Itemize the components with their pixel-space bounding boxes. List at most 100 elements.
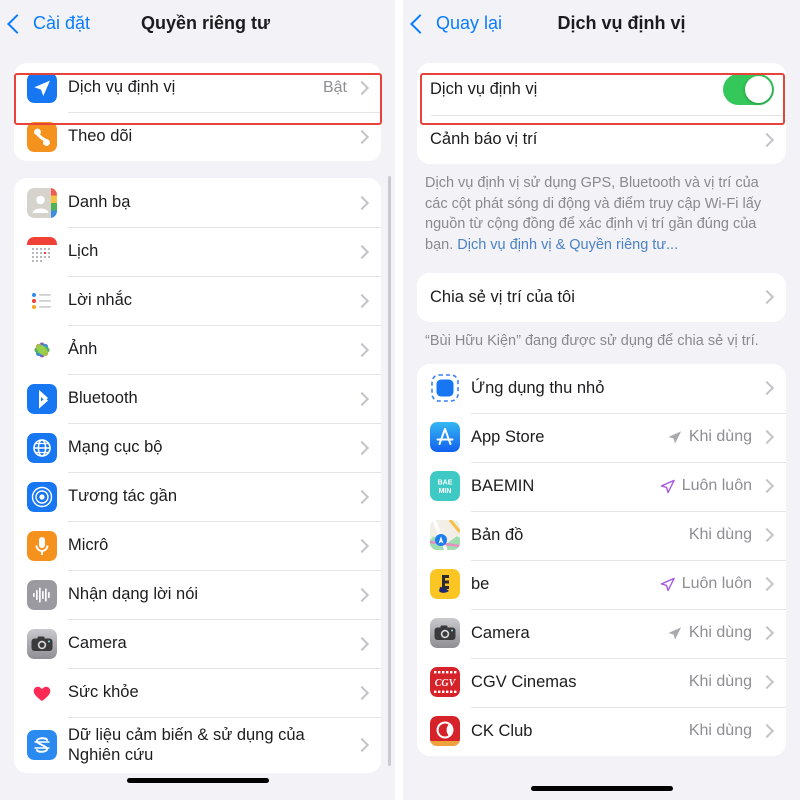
left-scroll-area[interactable]: Dịch vụ định vị Bật Theo dõi — [0, 46, 395, 800]
row-label: Lịch — [68, 241, 355, 262]
spacer — [403, 352, 800, 364]
chevron-left-icon — [7, 14, 27, 34]
back-button-label: Quay lại — [436, 13, 502, 34]
row-value: Khi dùng — [689, 673, 752, 691]
row-speech-recognition[interactable]: Nhận dạng lời nói — [14, 570, 381, 619]
row-label: Dữ liệu cảm biến & sử dụng của Nghiên cứ… — [68, 725, 355, 765]
privacy-apps-group: Danh bạ — [14, 178, 381, 773]
chevron-right-icon — [760, 528, 774, 542]
row-camera-app[interactable]: Camera Khi dùng — [417, 609, 786, 658]
chevron-right-icon — [760, 430, 774, 444]
row-bluetooth[interactable]: Bluetooth — [14, 374, 381, 423]
row-app-clips[interactable]: Ứng dụng thu nhỏ — [417, 364, 786, 413]
contacts-icon — [27, 188, 57, 218]
chevron-right-icon — [760, 626, 774, 640]
maps-icon — [430, 520, 460, 550]
chevron-right-icon — [355, 293, 369, 307]
row-cgv-cinemas[interactable]: CGV CGV Cinemas Khi dùng — [417, 658, 786, 707]
ck-club-icon — [430, 716, 460, 746]
nearby-interactions-icon — [27, 482, 57, 512]
row-label: Micrô — [68, 535, 355, 556]
health-icon — [27, 678, 57, 708]
location-arrow-purple-icon — [660, 479, 675, 494]
row-local-network[interactable]: Mạng cục bộ — [14, 423, 381, 472]
spacer — [0, 161, 395, 178]
chevron-right-icon — [355, 342, 369, 356]
row-contacts[interactable]: Danh bạ — [14, 178, 381, 227]
row-value: Khi dùng — [689, 526, 752, 544]
right-scroll-area[interactable]: Dịch vụ định vị Cảnh báo vị trí Dịch vụ … — [403, 46, 800, 800]
photos-icon — [27, 335, 57, 365]
spacer — [403, 256, 800, 273]
row-microphone[interactable]: Micrô — [14, 521, 381, 570]
chevron-right-icon — [760, 724, 774, 738]
row-label: Nhận dạng lời nói — [68, 584, 355, 605]
apps-location-permissions-group: Ứng dụng thu nhỏ App Sto — [417, 364, 786, 756]
row-location-services-toggle[interactable]: Dịch vụ định vị — [417, 63, 786, 115]
row-maps[interactable]: Bản đồ Khi dùng — [417, 511, 786, 560]
chevron-right-icon — [355, 129, 369, 143]
speech-recognition-icon — [27, 580, 57, 610]
row-value: Khi dùng — [689, 722, 752, 740]
row-label: Theo dõi — [68, 126, 347, 147]
right-navigation-bar: Quay lại Dịch vụ định vị — [403, 0, 800, 46]
location-services-toggle[interactable] — [723, 74, 774, 105]
row-label: Ứng dụng thu nhỏ — [471, 378, 752, 399]
privacy-policy-link[interactable]: Dịch vụ định vị & Quyền riêng tư... — [457, 237, 678, 253]
row-label: Dịch vụ định vị — [68, 77, 323, 98]
chevron-left-icon — [410, 14, 430, 34]
row-label: Mạng cục bộ — [68, 437, 355, 458]
chevron-right-icon — [760, 290, 774, 304]
svg-text:CGV: CGV — [435, 678, 457, 689]
row-research-sensor-usage[interactable]: Dữ liệu cảm biến & sử dụng của Nghiên cứ… — [14, 717, 381, 773]
location-arrow-gray-icon — [667, 626, 682, 641]
row-reminders[interactable]: Lời nhắc — [14, 276, 381, 325]
home-indicator — [531, 786, 673, 791]
chevron-right-icon — [355, 80, 369, 94]
row-be[interactable]: be Luôn luôn — [417, 560, 786, 609]
row-label: Sức khỏe — [68, 682, 355, 703]
camera-icon — [430, 618, 460, 648]
row-label: Bản đồ — [471, 525, 689, 546]
row-ck-club[interactable]: CK Club Khi dùng — [417, 707, 786, 756]
chevron-right-icon — [355, 685, 369, 699]
row-tracking[interactable]: Theo dõi — [14, 112, 381, 161]
row-camera[interactable]: Camera — [14, 619, 381, 668]
svg-text:BAE: BAE — [438, 480, 453, 487]
row-health[interactable]: Sức khỏe — [14, 668, 381, 717]
baemin-icon: BAE MIN — [430, 471, 460, 501]
calendar-icon — [27, 237, 57, 267]
spacer — [0, 46, 395, 63]
chevron-right-icon — [355, 738, 369, 752]
location-services-description: Dịch vụ định vị sử dụng GPS, Bluetooth v… — [425, 173, 778, 256]
spacer — [403, 46, 800, 63]
left-navigation-bar: Cài đặt Quyền riêng tư — [0, 0, 395, 46]
row-calendar[interactable]: Lịch — [14, 227, 381, 276]
row-location-alerts[interactable]: Cảnh báo vị trí — [417, 115, 786, 164]
row-location-services[interactable]: Dịch vụ định vị Bật — [14, 63, 381, 112]
row-share-my-location[interactable]: Chia sẻ vị trí của tôi — [417, 273, 786, 322]
row-app-store[interactable]: App Store Khi dùng — [417, 413, 786, 462]
chevron-right-icon — [355, 440, 369, 454]
chevron-right-icon — [760, 381, 774, 395]
cgv-icon: CGV — [430, 667, 460, 697]
app-store-icon — [430, 422, 460, 452]
row-value: Luôn luôn — [682, 575, 752, 593]
row-label: CGV Cinemas — [471, 672, 689, 693]
row-label: CK Club — [471, 721, 689, 742]
camera-icon — [27, 629, 57, 659]
left-scrollbar[interactable] — [388, 176, 391, 766]
chevron-right-icon — [355, 489, 369, 503]
back-to-settings-button[interactable]: Cài đặt — [10, 13, 90, 34]
privacy-primary-group: Dịch vụ định vị Bật Theo dõi — [14, 63, 381, 161]
bluetooth-icon — [27, 384, 57, 414]
row-label: Dịch vụ định vị — [430, 79, 723, 100]
chevron-right-icon — [760, 132, 774, 146]
svg-text:MIN: MIN — [439, 488, 452, 495]
location-arrow-purple-icon — [660, 577, 675, 592]
chevron-right-icon — [355, 195, 369, 209]
back-button[interactable]: Quay lại — [413, 13, 502, 34]
row-photos[interactable]: Ảnh — [14, 325, 381, 374]
row-nearby-interactions[interactable]: Tương tác gần — [14, 472, 381, 521]
row-baemin[interactable]: BAE MIN BAEMIN Luôn luôn — [417, 462, 786, 511]
